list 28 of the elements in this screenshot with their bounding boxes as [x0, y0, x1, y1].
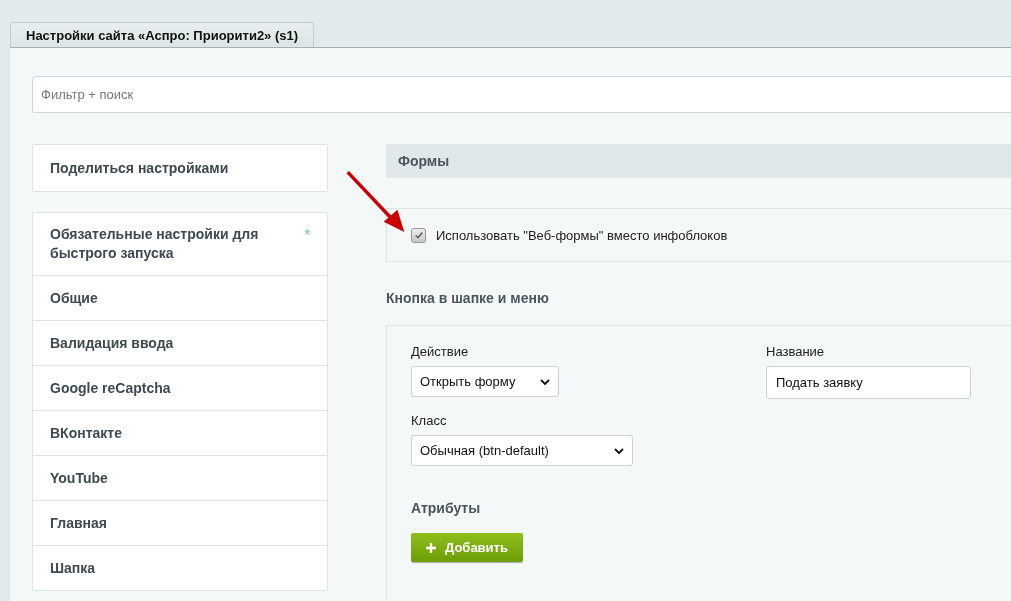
plus-icon	[426, 542, 436, 553]
class-select[interactable]: Обычная (btn-default)	[411, 435, 633, 466]
arrow-drawing	[346, 170, 406, 235]
checkbox[interactable]	[411, 227, 426, 243]
required-mark: *	[304, 225, 310, 244]
field-label: Название	[766, 344, 826, 359]
sidebar-item[interactable]: Общие	[50, 289, 98, 308]
sidebar-item[interactable]: Главная	[50, 514, 107, 533]
check-icon	[413, 230, 424, 240]
sidebar-item[interactable]: Обязательные настройки для быстрого запуска	[50, 225, 280, 263]
settings-tab[interactable]: Настройки сайта «Аспро: Приорити2» (s1)	[10, 22, 315, 47]
subsection-title: Кнопка в шапке и меню	[386, 290, 550, 306]
field-label: Класс	[411, 413, 448, 428]
sidebar-item[interactable]: YouTube	[50, 469, 108, 488]
section-title: Формы	[398, 153, 450, 169]
filter-search-field[interactable]: Фильтр + поиск	[32, 76, 1011, 113]
sidebar-item[interactable]: ВКонтакте	[50, 424, 122, 443]
chevron-down-icon	[614, 447, 624, 454]
share-settings-button[interactable]: Поделиться настройками	[32, 144, 328, 192]
sidebar-item[interactable]: Шапка	[50, 559, 96, 578]
name-input-field[interactable]: Подать заявку	[766, 366, 971, 399]
field-label: Действие	[411, 344, 470, 359]
attributes-title: Атрибуты	[411, 500, 482, 516]
action-select[interactable]: Открыть форму	[411, 366, 559, 397]
sidebar-item[interactable]: Валидация ввода	[50, 334, 174, 353]
option-label: Использовать "Веб-формы" вместо инфоблоков	[436, 227, 728, 243]
sidebar-item[interactable]: Google reCaptcha	[50, 379, 171, 398]
chevron-down-icon	[540, 378, 550, 385]
